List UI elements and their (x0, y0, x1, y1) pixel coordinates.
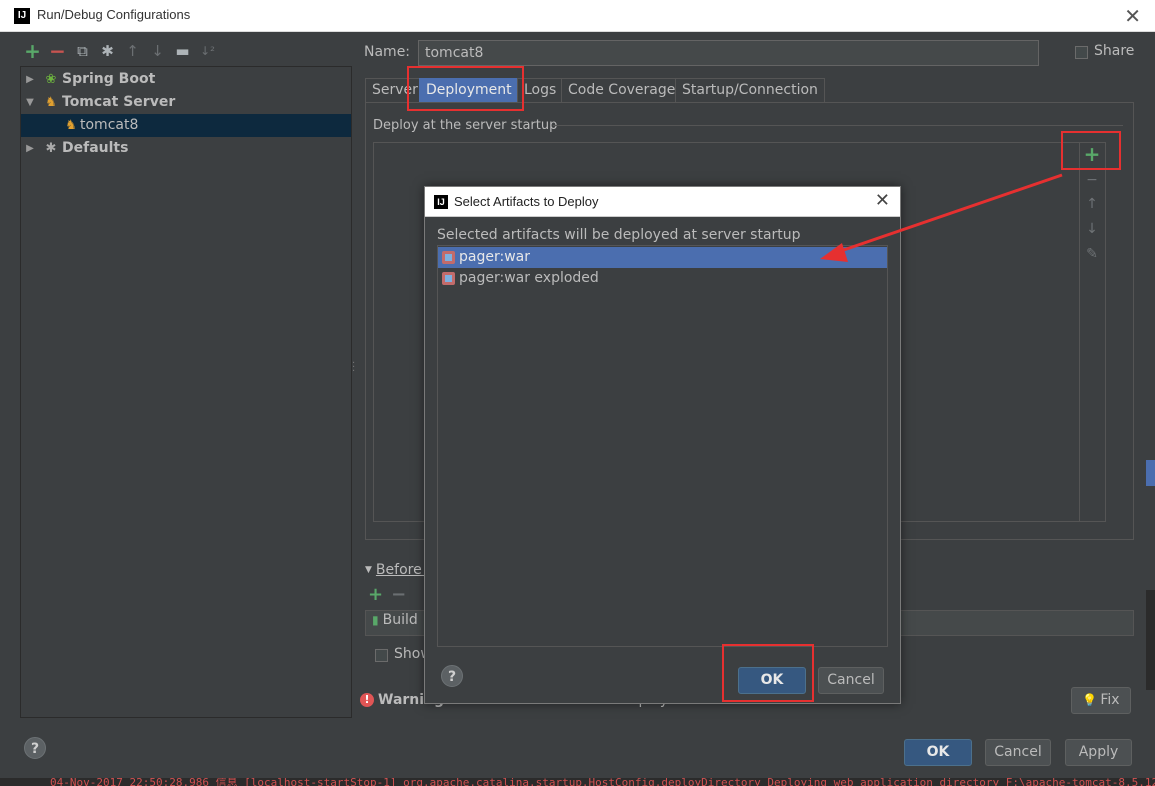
tree-item-defaults[interactable]: ▶ ✱ Defaults (21, 137, 351, 160)
window-titlebar: IJ Run/Debug Configurations ✕ (0, 0, 1155, 32)
move-down-icon[interactable]: ↓ (1081, 221, 1103, 237)
console-line: 04-Nov-2017 22:50:28.986 信息 [localhost-s… (50, 778, 1155, 786)
background-editor-fragment (1146, 590, 1155, 690)
wrench-icon: ✱ (45, 141, 57, 156)
before-launch-item-label: Build (382, 612, 418, 628)
war-artifact-icon (442, 251, 455, 264)
select-artifacts-dialog: IJ Select Artifacts to Deploy ✕ Selected… (424, 186, 901, 704)
tree-item-label: tomcat8 (80, 117, 139, 133)
tree-item-tomcat8[interactable]: ♞ tomcat8 (21, 114, 351, 137)
panel-splitter[interactable]: · · · (352, 359, 355, 377)
fix-button[interactable]: 💡 Fix (1071, 687, 1131, 714)
fix-label: Fix (1100, 692, 1120, 708)
collapse-arrow-icon[interactable]: ▼ (23, 91, 37, 114)
tomcat-icon: ♞ (45, 95, 57, 110)
artifact-item-pager-war-exploded[interactable]: pager:war exploded (438, 268, 887, 289)
modal-title: Select Artifacts to Deploy (454, 194, 599, 209)
annotation-add-button (1061, 131, 1121, 170)
spring-boot-icon: ❀ (45, 72, 57, 87)
intellij-logo-icon: IJ (434, 195, 448, 209)
section-divider (553, 125, 1123, 126)
modal-cancel-button[interactable]: Cancel (818, 667, 884, 694)
lightbulb-icon: 💡 (1082, 693, 1098, 707)
configurations-tree: ▶ ❀ Spring Boot ▼ ♞ Tomcat Server ♞ tomc… (20, 66, 352, 718)
artifact-label: pager:war (459, 249, 530, 265)
edit-icon[interactable]: ✎ (1081, 246, 1103, 262)
console-output-strip: 04-Nov-2017 22:50:28.986 信息 [localhost-s… (0, 778, 1155, 786)
annotation-deployment-tab (407, 66, 524, 111)
window-title: Run/Debug Configurations (37, 7, 191, 22)
build-icon: ▮ (372, 613, 379, 627)
add-icon[interactable]: + (20, 40, 45, 62)
tab-startup-connection[interactable]: Startup/Connection (675, 78, 825, 103)
tomcat-icon: ♞ (65, 118, 77, 133)
folder-icon[interactable]: ▬ (170, 40, 195, 62)
remove-artifact-icon[interactable]: − (1081, 172, 1103, 188)
annotation-ok-button (722, 644, 814, 702)
name-input[interactable]: tomcat8 (418, 40, 1039, 66)
tree-item-label: Defaults (62, 140, 129, 156)
wrench-icon[interactable]: ✱ (95, 40, 120, 62)
help-icon[interactable]: ? (24, 737, 46, 759)
intellij-logo-icon: IJ (14, 8, 30, 24)
collapse-arrow-icon: ▼ (365, 565, 372, 575)
add-icon[interactable]: + (368, 584, 383, 605)
before-launch-label: Before l (375, 562, 431, 578)
name-label: Name: (364, 44, 411, 60)
deploy-section-title: Deploy at the server startup (373, 118, 558, 133)
remove-icon[interactable]: − (391, 584, 406, 605)
sort-icon[interactable]: ↓² (195, 40, 220, 62)
share-checkbox[interactable] (1075, 46, 1088, 59)
before-launch-toggle[interactable]: ▼ Before l (365, 562, 430, 578)
artifact-label: pager:war exploded (459, 270, 599, 286)
show-page-checkbox[interactable] (375, 649, 388, 662)
artifact-list: pager:war pager:war exploded (437, 245, 888, 647)
modal-close-icon[interactable]: ✕ (875, 190, 890, 211)
move-down-icon[interactable]: ↓ (145, 40, 170, 62)
tree-item-label: Spring Boot (62, 71, 156, 87)
ok-button[interactable]: OK (904, 739, 972, 766)
before-launch-toolbar: + − (368, 584, 406, 605)
tree-item-spring-boot[interactable]: ▶ ❀ Spring Boot (21, 68, 351, 91)
cancel-button[interactable]: Cancel (985, 739, 1051, 766)
tree-item-tomcat-server[interactable]: ▼ ♞ Tomcat Server (21, 91, 351, 114)
artifact-item-pager-war[interactable]: pager:war (438, 247, 887, 268)
tree-item-label: Tomcat Server (62, 94, 176, 110)
modal-description: Selected artifacts will be deployed at s… (437, 227, 801, 243)
remove-icon[interactable]: − (45, 40, 70, 62)
tab-code-coverage[interactable]: Code Coverage (561, 78, 683, 103)
expand-arrow-icon[interactable]: ▶ (23, 68, 37, 91)
move-up-icon[interactable]: ↑ (1081, 196, 1103, 212)
before-launch-item[interactable]: ▮ Build (372, 612, 418, 628)
apply-button[interactable]: Apply (1065, 739, 1132, 766)
help-icon[interactable]: ? (441, 665, 463, 687)
configurations-toolbar: + − ⧉ ✱ ↑ ↓ ▬ ↓² (20, 40, 220, 62)
expand-arrow-icon[interactable]: ▶ (23, 137, 37, 160)
modal-titlebar: IJ Select Artifacts to Deploy ✕ (425, 187, 900, 217)
copy-icon[interactable]: ⧉ (70, 40, 95, 62)
move-up-icon[interactable]: ↑ (120, 40, 145, 62)
war-exploded-artifact-icon (442, 272, 455, 285)
error-icon: ! (360, 693, 374, 707)
share-label[interactable]: Share (1094, 43, 1134, 59)
background-editor-fragment (1146, 460, 1155, 486)
window-close-icon[interactable]: ✕ (1124, 4, 1141, 28)
